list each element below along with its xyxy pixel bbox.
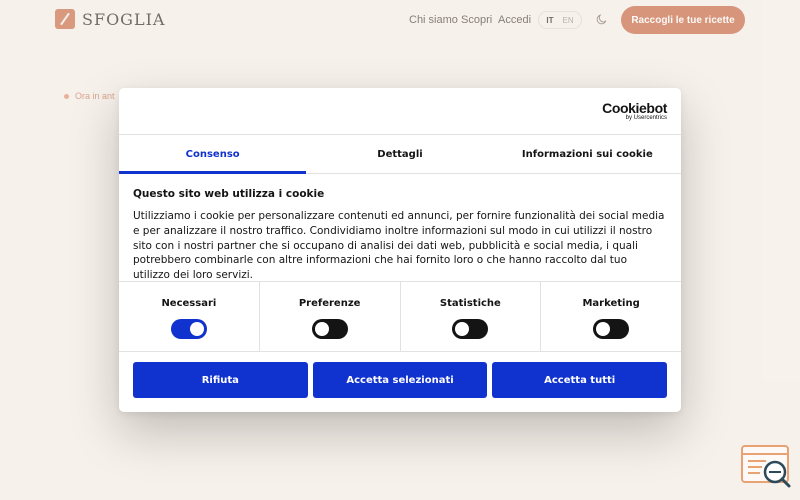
statistiche-toggle[interactable] xyxy=(452,319,489,339)
reject-button[interactable]: Rifiuta xyxy=(133,362,308,398)
marketing-toggle[interactable] xyxy=(593,319,630,339)
category-marketing: Marketing xyxy=(541,282,681,351)
category-label: Necessari xyxy=(161,298,217,309)
tab-dettagli[interactable]: Dettagli xyxy=(306,135,493,173)
category-statistiche: Statistiche xyxy=(401,282,542,351)
cookiebot-name: Cookiebot xyxy=(602,100,667,116)
category-necessari: Necessari xyxy=(119,282,260,351)
preferenze-toggle[interactable] xyxy=(311,319,348,339)
category-label: Marketing xyxy=(582,298,640,309)
toggle-knob xyxy=(189,322,204,336)
toggle-knob xyxy=(314,322,329,336)
consent-heading: Questo sito web utilizza i cookie xyxy=(133,188,325,200)
tab-informazioni[interactable]: Informazioni sui cookie xyxy=(494,135,681,173)
cookiebot-byline: by Usercentrics xyxy=(625,115,667,121)
cookie-search-badge-icon[interactable] xyxy=(740,444,792,490)
tab-consenso[interactable]: Consenso xyxy=(119,135,307,174)
cookiebot-logo[interactable]: Cookiebot by Usercentrics xyxy=(602,101,667,122)
necessari-toggle[interactable] xyxy=(170,319,207,339)
accept-all-button[interactable]: Accetta tutti xyxy=(492,362,668,398)
toggle-knob xyxy=(455,322,470,336)
category-label: Statistiche xyxy=(439,298,501,309)
cookie-consent-dialog: Cookiebot by Usercentrics Consenso Detta… xyxy=(119,88,681,412)
consent-content: Questo sito web utilizza i cookie Utiliz… xyxy=(133,188,667,283)
consent-buttons: Rifiuta Accetta selezionati Accetta tutt… xyxy=(133,362,668,398)
consent-body: Utilizziamo i cookie per personalizzare … xyxy=(133,210,665,282)
consent-tabs: Consenso Dettagli Informazioni sui cooki… xyxy=(119,134,681,174)
toggle-knob xyxy=(596,322,611,336)
category-preferenze: Preferenze xyxy=(260,282,401,351)
accept-selected-button[interactable]: Accetta selezionati xyxy=(312,362,488,398)
category-label: Preferenze xyxy=(298,298,361,309)
cookie-categories: Necessari Preferenze Statistiche Marketi… xyxy=(119,281,681,352)
